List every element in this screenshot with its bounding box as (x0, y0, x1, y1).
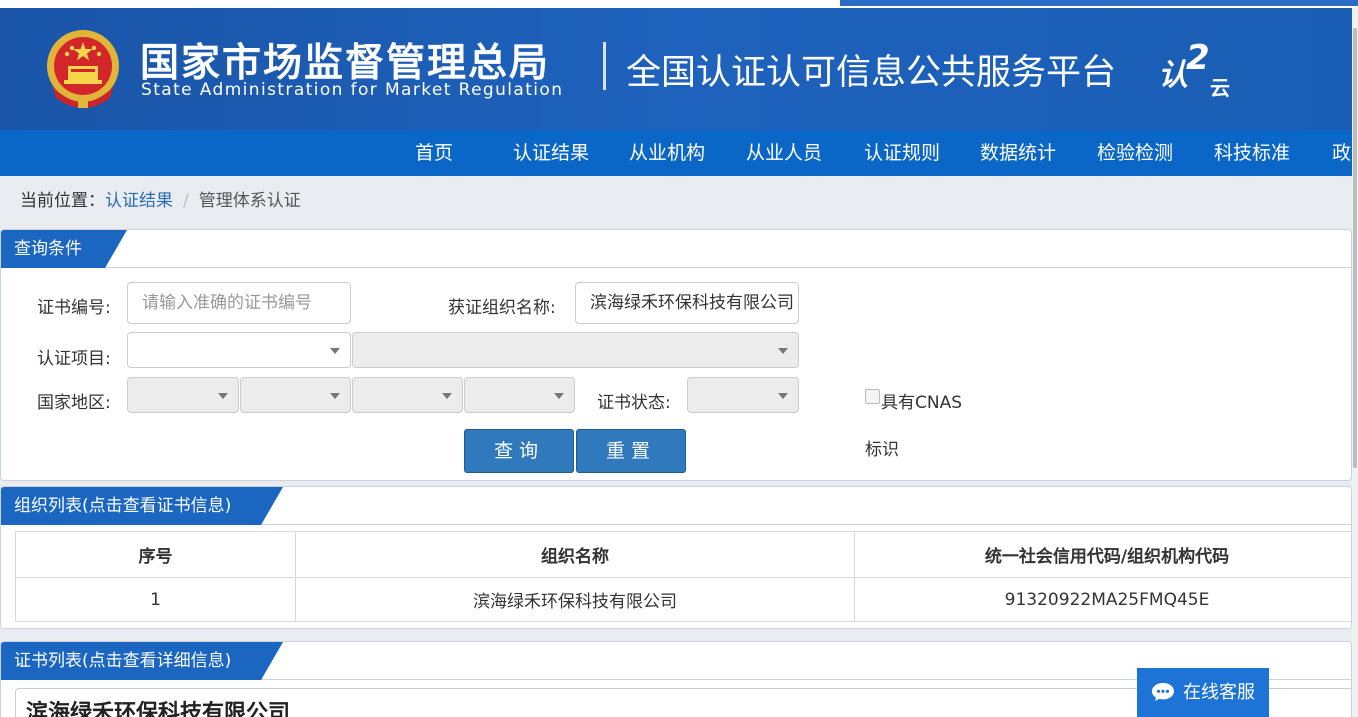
nav-home[interactable]: 首页 (415, 130, 453, 176)
chevron-down-icon (442, 393, 452, 399)
cert-org-name: 滨海绿禾环保科技有限公司 (26, 701, 291, 717)
nav-policy[interactable]: 政 (1332, 130, 1351, 176)
online-service-label: 在线客服 (1183, 682, 1255, 703)
search-button[interactable]: 查询 (464, 429, 574, 473)
column-header-org-name: 组织名称 (295, 531, 855, 578)
query-panel: 查询条件 证书编号: 请输入准确的证书编号 获证组织名称: 滨海绿禾环保科技有限… (0, 229, 1352, 481)
national-emblem-icon (47, 30, 119, 108)
cert-list-panel-tab: 证书列表(点击查看详细信息) (1, 642, 283, 680)
online-service-button[interactable]: 在线客服 (1137, 668, 1269, 717)
org-list-panel: 组织列表(点击查看证书信息) 序号 组织名称 统一社会信用代码/组织机构代码 1… (0, 486, 1352, 629)
breadcrumb-link-cert-results[interactable]: 认证结果 (105, 191, 173, 211)
site-header: 国家市场监督管理总局 State Administration for Mark… (0, 0, 1358, 130)
region-label: 国家地区: (37, 393, 111, 413)
region-select-3[interactable] (352, 377, 463, 413)
chevron-down-icon (554, 393, 564, 399)
agency-title-english: State Administration for Market Regulati… (141, 80, 564, 100)
breadcrumb-current: 管理体系认证 (198, 191, 301, 211)
logo-yun: 云 (1210, 76, 1230, 100)
row-index: 1 (15, 577, 296, 622)
column-header-index: 序号 (15, 531, 296, 578)
column-header-credit-code: 统一社会信用代码/组织机构代码 (854, 531, 1351, 578)
platform-title: 全国认证认可信息公共服务平台 (626, 53, 1117, 93)
cert-no-label: 证书编号: (37, 298, 111, 318)
nav-rules[interactable]: 认证规则 (864, 130, 940, 176)
region-select-2[interactable] (240, 377, 351, 413)
nav-personnel[interactable]: 从业人员 (746, 130, 822, 176)
nav-statistics[interactable]: 数据统计 (980, 130, 1056, 176)
region-select-1[interactable] (127, 377, 239, 413)
org-list-panel-tab: 组织列表(点击查看证书信息) (1, 487, 283, 525)
chevron-down-icon (330, 348, 340, 354)
chevron-down-icon (218, 393, 228, 399)
status-select[interactable] (687, 377, 799, 413)
reset-button[interactable]: 重置 (576, 429, 686, 473)
chevron-down-icon (330, 393, 340, 399)
logo-ren: 认 (1158, 58, 1188, 93)
status-label: 证书状态: (597, 393, 671, 413)
org-name-label: 获证组织名称: (448, 298, 556, 318)
org-name-input[interactable]: 滨海绿禾环保科技有限公司 (575, 282, 799, 324)
project-select-secondary[interactable] (352, 332, 799, 368)
row-org-name[interactable]: 滨海绿禾环保科技有限公司 (295, 577, 855, 622)
cert-no-input[interactable]: 请输入准确的证书编号 (127, 282, 351, 324)
page-scrollbar[interactable] (1352, 8, 1358, 717)
breadcrumb: 当前位置：认证结果 / 管理体系认证 (20, 186, 301, 211)
cnas-label-line2: 标识 (865, 440, 899, 460)
query-panel-tab: 查询条件 (1, 230, 127, 268)
scrollbar-thumb[interactable] (1353, 28, 1357, 468)
chevron-down-icon (778, 393, 788, 399)
header-divider (603, 42, 606, 90)
main-nav: 首页 认证结果 从业机构 从业人员 认证规则 数据统计 检验检测 科技标准 政 (0, 130, 1358, 176)
row-credit-code: 91320922MA25FMQ45E (854, 577, 1351, 622)
query-panel-header: 查询条件 (1, 230, 1351, 268)
table-header-row: 序号 组织名称 统一社会信用代码/组织机构代码 (15, 531, 1351, 578)
nav-standards[interactable]: 科技标准 (1214, 130, 1290, 176)
org-table: 序号 组织名称 统一社会信用代码/组织机构代码 1 滨海绿禾环保科技有限公司 9… (15, 531, 1351, 622)
table-row[interactable]: 1 滨海绿禾环保科技有限公司 91320922MA25FMQ45E (15, 577, 1351, 622)
breadcrumb-prefix: 当前位置： (20, 191, 105, 211)
nav-inspection[interactable]: 检验检测 (1097, 130, 1173, 176)
breadcrumb-separator: / (183, 191, 189, 211)
project-label: 认证项目: (37, 349, 111, 369)
nav-institutions[interactable]: 从业机构 (629, 130, 705, 176)
logo-2: 2 (1186, 38, 1210, 78)
chevron-down-icon (778, 348, 788, 354)
project-select-primary[interactable] (127, 332, 351, 368)
region-select-4[interactable] (464, 377, 575, 413)
cnas-label: 具有CNAS (881, 393, 963, 413)
nav-cert-results[interactable]: 认证结果 (513, 130, 589, 176)
cnas-checkbox[interactable] (865, 389, 880, 404)
top-strip (0, 0, 1358, 8)
org-list-panel-header: 组织列表(点击查看证书信息) (1, 487, 1351, 525)
chat-bubble-icon (1152, 683, 1174, 701)
